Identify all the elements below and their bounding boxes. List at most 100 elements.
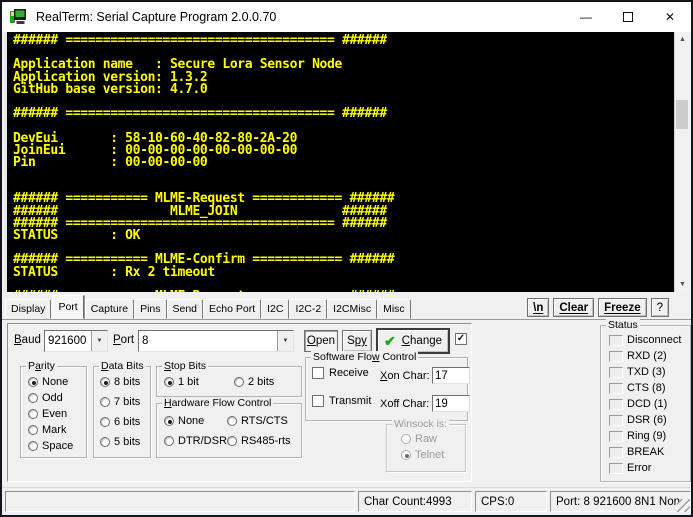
- data-bits-6-radio[interactable]: 6 bits: [100, 416, 140, 428]
- port-combobox[interactable]: 8 ▼: [138, 330, 294, 352]
- port-change-checkbox[interactable]: ✓: [455, 333, 467, 345]
- parity-space-radio[interactable]: Space: [28, 440, 73, 452]
- hw-flow-none-radio[interactable]: None: [164, 415, 204, 427]
- status-group-label: Status: [606, 319, 640, 331]
- tab-i2c-2[interactable]: I2C-2: [289, 299, 327, 319]
- software-flow-group: Software Flow Control Receive Xon Char: …: [305, 357, 468, 421]
- radio-icon: [164, 377, 174, 387]
- status-light-icon: [609, 383, 623, 394]
- change-button[interactable]: ✔ Change: [377, 329, 449, 353]
- winsock-telnet-radio[interactable]: Telnet: [401, 449, 444, 461]
- check-icon: ✓: [457, 334, 465, 344]
- winsock-group: Winsock is: Raw Telnet: [386, 424, 466, 472]
- transmit-checkbox[interactable]: [312, 395, 324, 407]
- data-bits-group: Data Bits 8 bits 7 bits 6 bits 5 bits: [93, 366, 151, 458]
- port-value: 8: [139, 335, 277, 347]
- status-light-icon: [609, 351, 623, 362]
- parity-none-radio[interactable]: None: [28, 376, 68, 388]
- data-bits-group-label: Data Bits: [99, 360, 146, 372]
- hw-flow-dtrdsr-radio[interactable]: DTR/DSR: [164, 435, 227, 447]
- dropdown-arrow-icon[interactable]: ▼: [277, 331, 293, 351]
- tab-pins[interactable]: Pins: [134, 299, 166, 319]
- open-button[interactable]: Open: [304, 330, 338, 352]
- clear-button[interactable]: Clear: [553, 298, 594, 317]
- xon-char-input[interactable]: [432, 367, 470, 384]
- help-button[interactable]: ?: [651, 298, 669, 317]
- baud-value: 921600: [45, 335, 91, 347]
- status-light-icon: [609, 431, 623, 442]
- status-lights-group: Status Disconnect RXD (2) TXD (3) CTS (8…: [600, 325, 691, 482]
- xoff-char-label: Xoff Char:: [380, 398, 429, 410]
- hw-flow-rs485-radio[interactable]: RS485-rts: [227, 435, 291, 447]
- terminal-line: [13, 169, 673, 181]
- radio-icon: [100, 377, 110, 387]
- radio-icon: [227, 436, 237, 446]
- status-light-icon: [609, 399, 623, 410]
- radio-icon: [401, 434, 411, 444]
- baud-combobox[interactable]: 921600 ▼: [44, 330, 108, 352]
- terminal-line: ###### =========== MLME-Request ========…: [13, 291, 673, 292]
- transmit-checkbox-row[interactable]: Transmit: [312, 395, 371, 407]
- radio-icon: [401, 450, 411, 460]
- tab-action-buttons: \n Clear Freeze ?: [527, 298, 669, 319]
- window-title: RealTerm: Serial Capture Program 2.0.0.7…: [36, 10, 276, 24]
- freeze-button[interactable]: Freeze: [598, 298, 646, 317]
- stop-bits-group-label: Stop Bits: [162, 360, 208, 372]
- terminal-line: Pin : 00-00-00-00: [13, 157, 673, 169]
- minimize-button[interactable]: —: [565, 2, 607, 32]
- parity-even-radio[interactable]: Even: [28, 408, 67, 420]
- stop-bits-2-radio[interactable]: 2 bits: [234, 376, 274, 388]
- radio-icon: [100, 437, 110, 447]
- tab-send[interactable]: Send: [167, 299, 204, 319]
- terminal-scrollbar[interactable]: ▲ ▼: [674, 32, 689, 292]
- maximize-button[interactable]: [607, 2, 649, 32]
- data-bits-8-radio[interactable]: 8 bits: [100, 376, 140, 388]
- status-light-disconnect: Disconnect: [609, 334, 681, 346]
- title-bar[interactable]: RealTerm: Serial Capture Program 2.0.0.7…: [2, 2, 691, 32]
- window-controls: — ✕: [565, 2, 691, 32]
- dropdown-arrow-icon[interactable]: ▼: [91, 331, 107, 351]
- terminal-output[interactable]: ###### =================================…: [4, 32, 689, 292]
- tab-i2cmisc[interactable]: I2CMisc: [327, 299, 377, 319]
- status-light-break: BREAK: [609, 446, 664, 458]
- scrollbar-thumb[interactable]: [676, 100, 688, 129]
- tab-capture[interactable]: Capture: [85, 299, 134, 319]
- radio-icon: [28, 409, 38, 419]
- radio-icon: [28, 393, 38, 403]
- tab-misc[interactable]: Misc: [377, 299, 411, 319]
- close-button[interactable]: ✕: [649, 2, 691, 32]
- scroll-down-icon[interactable]: ▼: [675, 277, 689, 292]
- check-icon: ✔: [384, 333, 396, 350]
- status-light-error: Error: [609, 462, 651, 474]
- scroll-up-icon[interactable]: ▲: [675, 32, 689, 47]
- hw-flow-rtscts-radio[interactable]: RTS/CTS: [227, 415, 288, 427]
- stop-bits-group: Stop Bits 1 bit 2 bits: [156, 366, 302, 397]
- parity-odd-radio[interactable]: Odd: [28, 392, 63, 404]
- data-bits-5-radio[interactable]: 5 bits: [100, 436, 140, 448]
- tab-display[interactable]: Display: [5, 299, 51, 319]
- radio-icon: [164, 436, 174, 446]
- status-light-cts: CTS (8): [609, 382, 666, 394]
- tab-i2c[interactable]: I2C: [261, 299, 289, 319]
- data-bits-7-radio[interactable]: 7 bits: [100, 396, 140, 408]
- tab-port[interactable]: Port: [52, 295, 83, 319]
- radio-icon: [227, 416, 237, 426]
- status-light-txd: TXD (3): [609, 366, 666, 378]
- parity-mark-radio[interactable]: Mark: [28, 424, 66, 436]
- spy-button[interactable]: Spy: [342, 330, 372, 352]
- tab-bar: Display Port Capture Pins Send Echo Port…: [2, 294, 691, 320]
- status-light-icon: [609, 447, 623, 458]
- receive-checkbox-row[interactable]: Receive: [312, 367, 369, 379]
- resize-grip[interactable]: [677, 499, 690, 512]
- terminal-line: STATUS : Rx 2 timeout: [13, 267, 673, 279]
- winsock-raw-radio[interactable]: Raw: [401, 433, 437, 445]
- radio-icon: [100, 417, 110, 427]
- baud-label: Baud: [14, 334, 41, 346]
- stop-bits-1-radio[interactable]: 1 bit: [164, 376, 199, 388]
- receive-checkbox[interactable]: [312, 367, 324, 379]
- tab-echo-port[interactable]: Echo Port: [203, 299, 261, 319]
- radio-icon: [28, 441, 38, 451]
- newline-button[interactable]: \n: [527, 298, 549, 317]
- xoff-char-input[interactable]: [432, 395, 470, 412]
- radio-icon: [100, 397, 110, 407]
